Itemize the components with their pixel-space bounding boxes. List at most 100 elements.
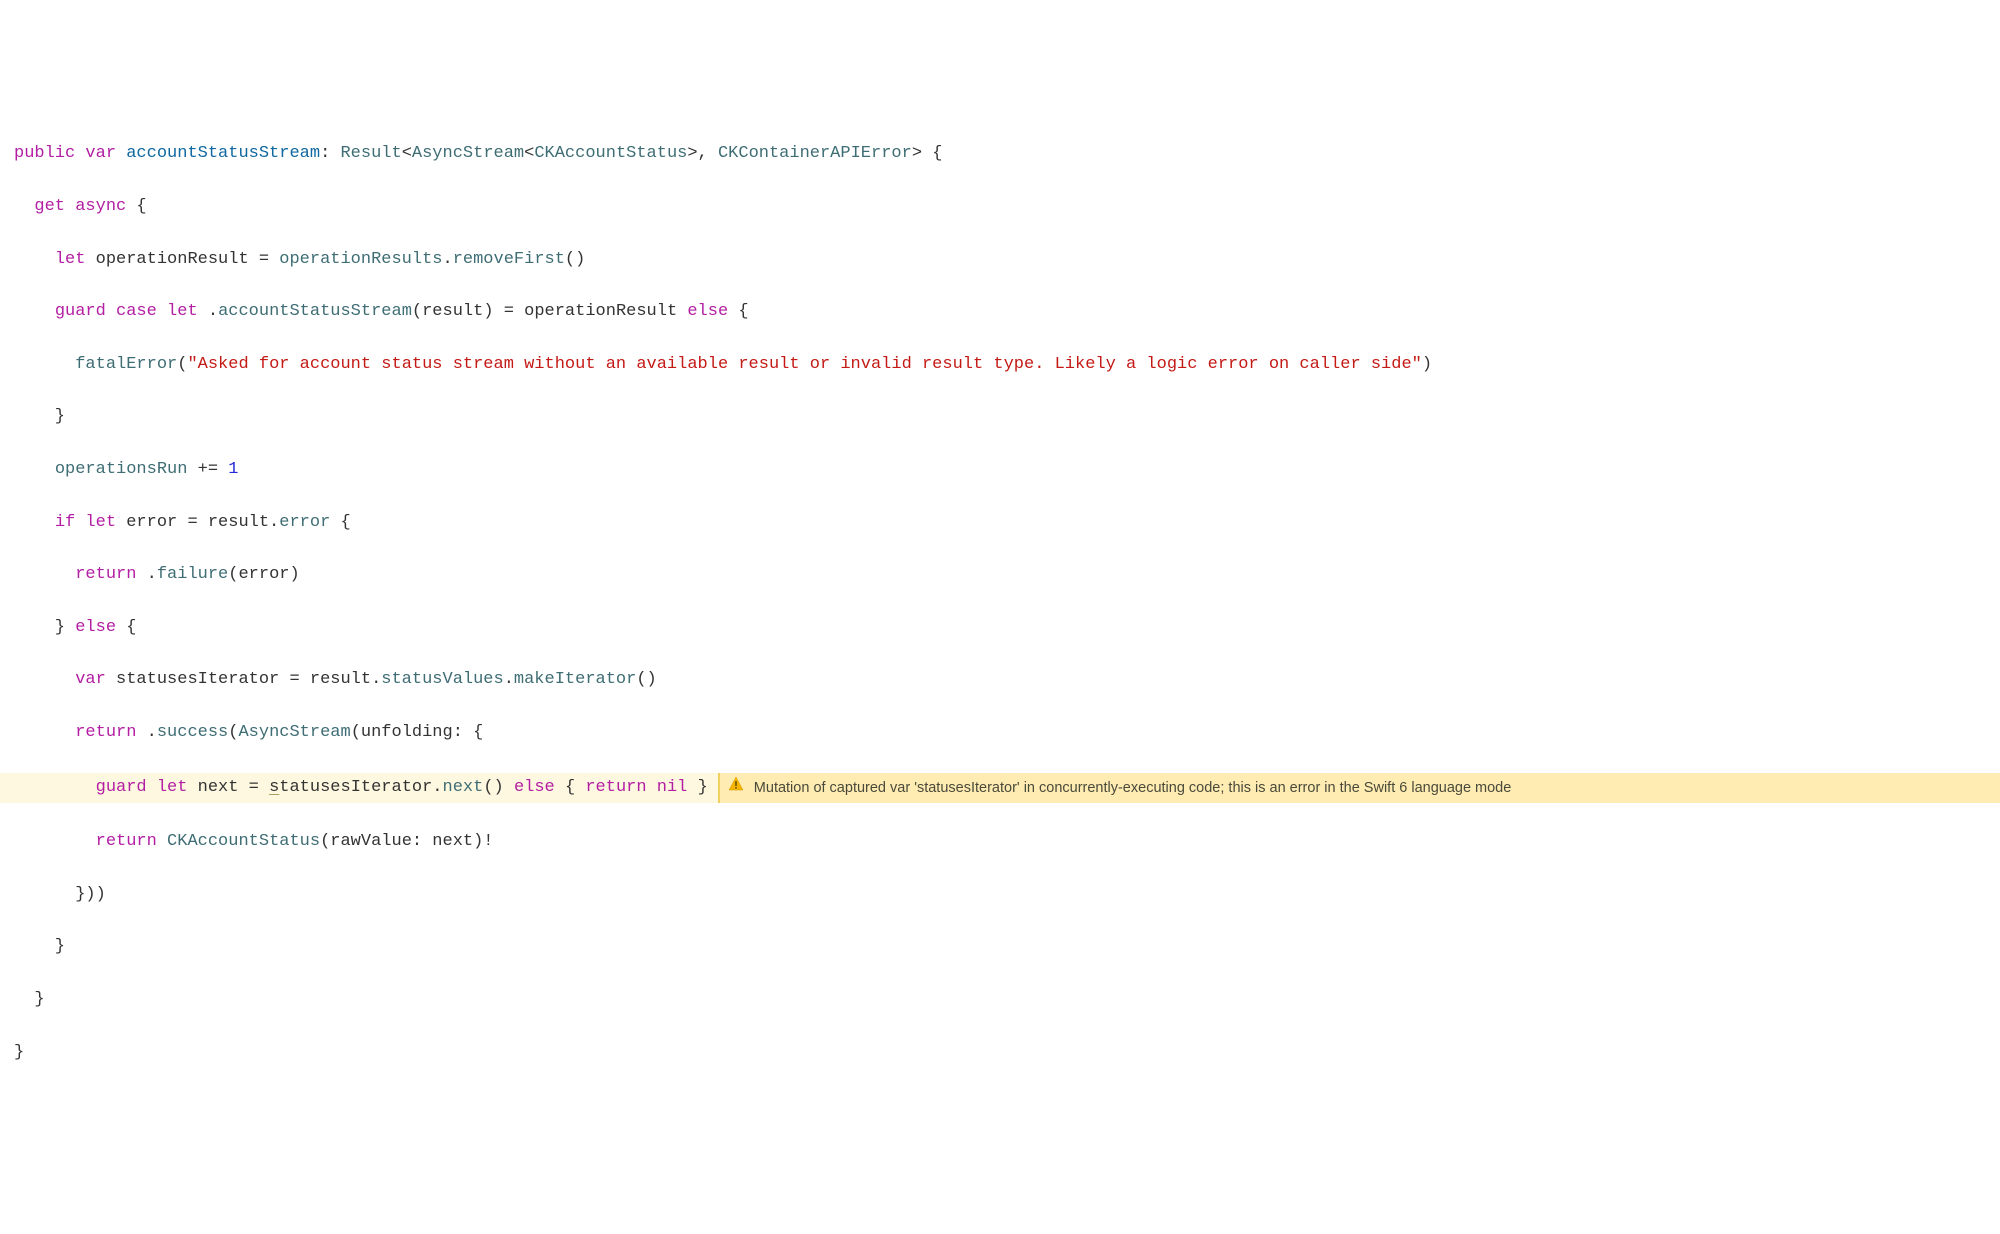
text [647, 778, 657, 797]
indent [14, 460, 55, 479]
code-line[interactable]: fatalError("Asked for account status str… [0, 352, 2000, 378]
keyword-var: var [75, 670, 106, 689]
code-line[interactable]: if let error = result.error { [0, 510, 2000, 536]
keyword-else: else [687, 302, 728, 321]
indent [14, 197, 34, 216]
warning-triangle-icon [728, 775, 744, 801]
member: statusValues [381, 670, 503, 689]
code-editor[interactable]: public var accountStatusStream: Result<A… [0, 115, 2000, 1092]
indent [14, 250, 55, 269]
text: ( [228, 723, 238, 742]
code-line[interactable]: return .failure(error) [0, 562, 2000, 588]
indent [14, 832, 96, 851]
keyword-return: return [585, 778, 646, 797]
code-line[interactable]: return .success(AsyncStream(unfolding: { [0, 720, 2000, 746]
text: () [636, 670, 656, 689]
keyword-case: case [116, 302, 157, 321]
code-line[interactable]: } [0, 987, 2000, 1013]
code-line[interactable]: } [0, 1040, 2000, 1066]
type-name: CKAccountStatus [534, 144, 687, 163]
member: operationsRun [55, 460, 188, 479]
text: (error) [228, 565, 299, 584]
keyword-else: else [75, 618, 116, 637]
member: error [279, 513, 330, 532]
text: } [14, 618, 75, 637]
text: next = [187, 778, 269, 797]
text: . [443, 250, 453, 269]
text: statusesIterator = result. [106, 670, 381, 689]
text: { [330, 513, 350, 532]
warning-message: Mutation of captured var 'statusesIterat… [754, 775, 1512, 801]
text: . [136, 723, 156, 742]
text: ) [1422, 355, 1432, 374]
string-literal: "Asked for account status stream without… [187, 355, 1421, 374]
text: operationResult = [85, 250, 279, 269]
text: (rawValue: next)! [320, 832, 493, 851]
text: > { [912, 144, 943, 163]
keyword-var: var [85, 144, 116, 163]
keyword-async: async [75, 197, 126, 216]
keyword-public: public [14, 144, 75, 163]
text: })) [14, 885, 106, 904]
keyword-return: return [75, 565, 136, 584]
text: () [483, 778, 514, 797]
text: { [555, 778, 586, 797]
code-line[interactable]: } else { [0, 615, 2000, 641]
text: error = result. [116, 513, 279, 532]
type-name: CKContainerAPIError [718, 144, 912, 163]
text: { [126, 197, 146, 216]
text: } [14, 1043, 24, 1062]
keyword-return: return [96, 832, 157, 851]
text [106, 302, 116, 321]
code-line[interactable]: })) [0, 882, 2000, 908]
code-line[interactable]: guard case let .accountStatusStream(resu… [0, 299, 2000, 325]
type-name: Result [340, 144, 401, 163]
type-name: AsyncStream [412, 144, 524, 163]
keyword-guard: guard [96, 778, 147, 797]
number-literal: 1 [228, 460, 238, 479]
text: . [136, 565, 156, 584]
keyword-let: let [157, 778, 188, 797]
text: >, [687, 144, 718, 163]
text: += [187, 460, 228, 479]
enum-case: accountStatusStream [218, 302, 412, 321]
function-call: fatalError [75, 355, 177, 374]
text: () [565, 250, 585, 269]
indent [14, 302, 55, 321]
text: } [14, 990, 45, 1009]
text: < [524, 144, 534, 163]
code-line[interactable]: public var accountStatusStream: Result<A… [0, 141, 2000, 167]
type-name: AsyncStream [238, 723, 350, 742]
text: < [402, 144, 412, 163]
text: { [116, 618, 136, 637]
text: ( [177, 355, 187, 374]
text: } [687, 778, 707, 797]
function-call: success [157, 723, 228, 742]
keyword-let: let [167, 302, 198, 321]
indent [14, 723, 75, 742]
code-line[interactable]: } [0, 934, 2000, 960]
code-line[interactable]: get async { [0, 194, 2000, 220]
indent [14, 355, 75, 374]
inline-warning-banner[interactable]: Mutation of captured var 'statusesIterat… [718, 773, 2000, 803]
warning-underline: s [269, 778, 279, 797]
function-call: failure [157, 565, 228, 584]
code-line[interactable]: operationsRun += 1 [0, 457, 2000, 483]
function-call: makeIterator [514, 670, 636, 689]
text [157, 832, 167, 851]
text: (result) = operationResult [412, 302, 687, 321]
code-line[interactable]: } [0, 404, 2000, 430]
text: . [504, 670, 514, 689]
code-line[interactable]: return CKAccountStatus(rawValue: next)! [0, 829, 2000, 855]
code-line-with-warning[interactable]: guard let next = statusesIterator.next()… [0, 773, 2000, 803]
keyword-else: else [514, 778, 555, 797]
code-line[interactable]: let operationResult = operationResults.r… [0, 247, 2000, 273]
indent [14, 778, 96, 797]
keyword-get: get [34, 197, 65, 216]
property-name: accountStatusStream [126, 144, 320, 163]
text [75, 513, 85, 532]
code-line[interactable]: var statusesIterator = result.statusValu… [0, 667, 2000, 693]
keyword-let: let [55, 250, 86, 269]
keyword-return: return [75, 723, 136, 742]
indent [14, 670, 75, 689]
